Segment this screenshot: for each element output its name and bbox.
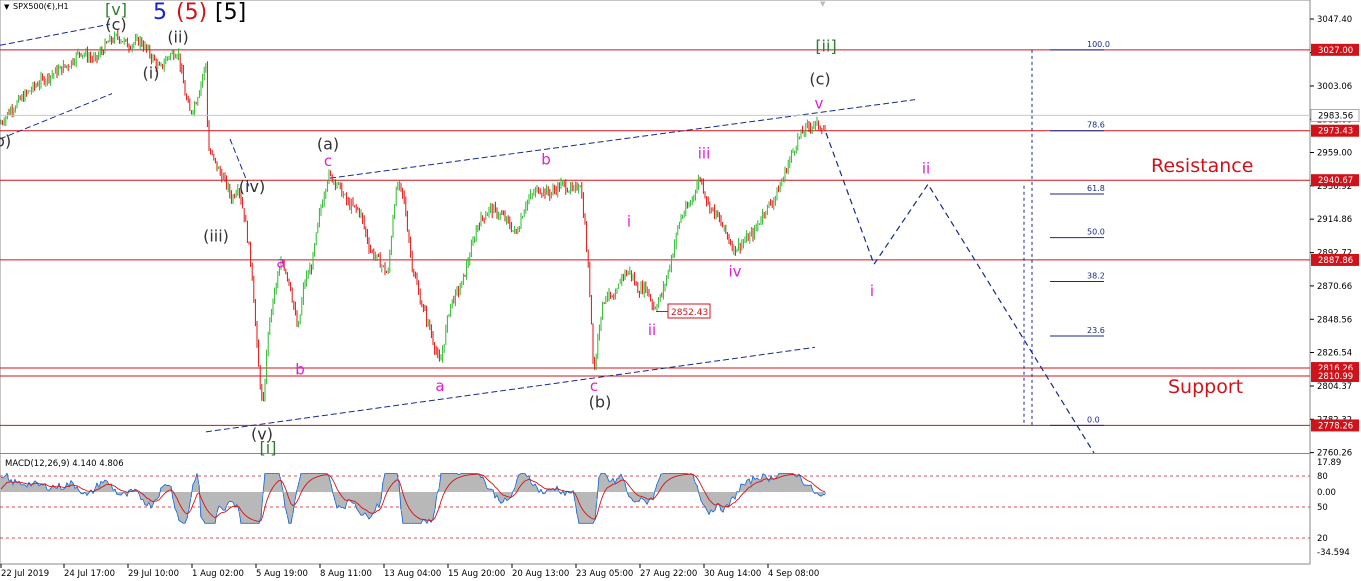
- wave-label: b: [541, 151, 551, 169]
- low-price-marker: 2852.43: [656, 303, 711, 319]
- level-tag-value: 2973.43: [1318, 127, 1353, 137]
- wave-label: iv: [728, 262, 741, 280]
- wave-label: (b): [589, 393, 612, 412]
- fib-label: 50.0: [1087, 228, 1105, 237]
- macd-y-tick: 0.00: [1317, 488, 1336, 498]
- level-tag: 2778.26: [1311, 419, 1359, 432]
- current-price-tag: 2983.56: [1310, 109, 1360, 122]
- y-tick-label: 2826.54: [1317, 349, 1352, 359]
- legend-wave-5-black: [5]: [215, 0, 246, 25]
- candles: [0, 29, 826, 402]
- y-tick-label: 2848.56: [1317, 315, 1352, 325]
- fib-label: 38.2: [1087, 271, 1105, 280]
- x-tick-label: 13 Aug 04:00: [384, 569, 441, 579]
- x-tick-label: 23 Aug 05:00: [576, 569, 633, 579]
- y-tick-label: 2760.26: [1317, 449, 1352, 459]
- macd-label: MACD(12,26,9) 4.140 4.806: [5, 459, 124, 469]
- level-tag-value: 2778.26: [1318, 421, 1353, 431]
- x-tick-label: 27 Aug 22:00: [640, 569, 697, 579]
- price-chart[interactable]: 100.078.661.850.038.223.60.0 [v](c)(ii)(…: [0, 0, 1361, 581]
- support-label: Support: [1168, 376, 1243, 398]
- scroll-arrow-icon[interactable]: ▼: [820, 0, 826, 8]
- x-tick-label: 30 Aug 14:00: [704, 569, 761, 579]
- macd-level-tick: 80: [1317, 472, 1328, 482]
- x-tick-label: 4 Sep 08:00: [768, 569, 819, 579]
- wave-label: ii: [922, 160, 930, 178]
- legend-wave-5-red: (5): [176, 0, 207, 25]
- wave-label: a: [435, 377, 444, 395]
- wave-label: (c): [105, 15, 126, 34]
- y-tick-label: 3003.06: [1317, 82, 1352, 92]
- x-tick-label: 29 Jul 10:00: [128, 569, 179, 579]
- macd-level-tick: 20: [1317, 534, 1328, 544]
- level-tag-value: 2940.67: [1318, 176, 1353, 186]
- x-tick-label: 15 Aug 20:00: [448, 569, 505, 579]
- macd-y-tick: 17.89: [1317, 458, 1341, 468]
- fib-label: 100.0: [1087, 40, 1110, 49]
- wave-labels: [v](c)(ii)(i)b)(iv)(iii)ab(v)[i](a)cabc(…: [0, 0, 930, 457]
- low-price-value: 2852.43: [671, 308, 708, 318]
- trendlines: [0, 23, 916, 433]
- x-tick-label: 1 Aug 02:00: [192, 569, 244, 579]
- y-tick-label: 2870.66: [1317, 282, 1352, 292]
- y-tick-label: 2959.00: [1317, 149, 1352, 159]
- x-tick-label: 5 Aug 19:00: [256, 569, 308, 579]
- wave-label: ii: [648, 321, 656, 339]
- fib-label: 23.6: [1087, 326, 1105, 335]
- level-tag-value: 3027.00: [1318, 46, 1353, 56]
- wave-label: b): [0, 131, 11, 150]
- symbol-label: SPX500(€),H1: [13, 2, 69, 11]
- trendline: [0, 23, 111, 46]
- resistance-label: Resistance: [1151, 155, 1253, 177]
- level-tag: 2887.86: [1311, 253, 1359, 266]
- wave-label: c: [324, 152, 332, 170]
- fib-label: 78.6: [1087, 121, 1105, 130]
- level-tag: 2810.99: [1311, 370, 1359, 383]
- wave-label: (ii): [167, 27, 188, 46]
- y-tick-label: 2804.37: [1317, 382, 1352, 392]
- y-tick-label: 3047.40: [1317, 15, 1352, 25]
- fib-label: 61.8: [1087, 184, 1105, 193]
- macd-pane: 17.89 0.00 -34.594 80 50 20: [0, 458, 1350, 558]
- wave-label: b: [295, 360, 305, 378]
- wave-label: (c): [809, 70, 830, 89]
- x-tick-label: 24 Jul 17:00: [64, 569, 115, 579]
- wave-label: [i]: [260, 438, 277, 457]
- wave-label: a: [276, 253, 285, 271]
- wave-label: (a): [317, 134, 339, 153]
- x-tick-label: 20 Aug 13:00: [512, 569, 569, 579]
- macd-y-tick: -34.594: [1317, 548, 1350, 558]
- level-tag: 2940.67: [1311, 174, 1359, 187]
- wave-label: (iv): [239, 177, 265, 196]
- wave-label: [ii]: [815, 36, 836, 55]
- fib-label: 0.0: [1087, 415, 1100, 424]
- trendline: [329, 99, 916, 179]
- legend-wave-5-blue: 5: [153, 0, 167, 25]
- level-tag-value: 2810.99: [1318, 372, 1353, 382]
- projection-line: [825, 132, 1095, 453]
- projection-path: [825, 132, 1095, 453]
- wave-label: v: [815, 95, 824, 113]
- wave-label: (i): [143, 64, 160, 83]
- wave-label: i: [870, 282, 874, 300]
- macd-level-tick: 50: [1317, 503, 1328, 513]
- wave-label: (iii): [203, 227, 229, 246]
- y-tick-label: 2914.86: [1317, 215, 1352, 225]
- x-axis: 22 Jul 2019 24 Jul 17:00 29 Jul 10:00 1 Aug…: [0, 564, 819, 579]
- wave-label: iii: [698, 145, 711, 163]
- wave-label: i: [627, 213, 631, 231]
- symbol-icon: ▼: [4, 3, 10, 11]
- x-tick-label: 8 Aug 11:00: [320, 569, 372, 579]
- level-tag-value: 2887.86: [1318, 256, 1353, 266]
- current-price-value: 2983.56: [1318, 111, 1353, 121]
- x-tick-label: 22 Jul 2019: [1, 569, 49, 579]
- level-tag: 3027.00: [1311, 43, 1359, 56]
- level-tag: 2973.43: [1311, 124, 1359, 137]
